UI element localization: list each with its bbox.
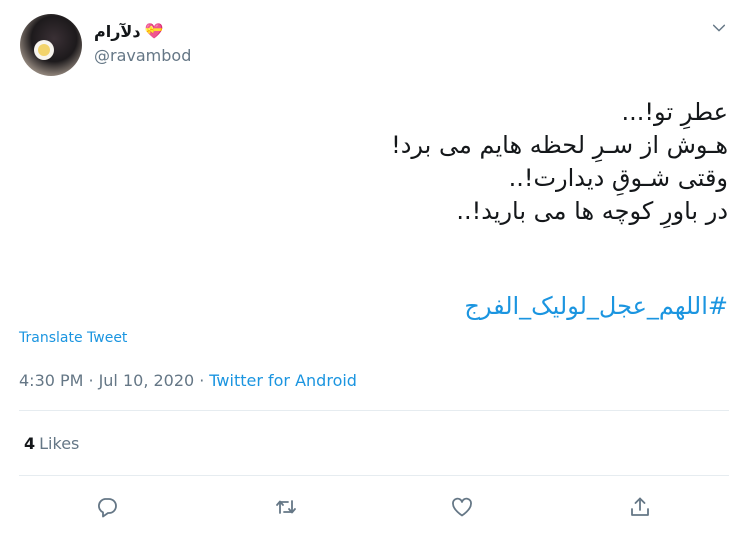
meta-separator: · <box>199 371 205 390</box>
tweet-line: وقتی شـوقِ دیدارت!.. <box>508 164 728 192</box>
tweet-source-link[interactable]: Twitter for Android <box>209 371 357 390</box>
tweet-text: عطرِ تو!... هـوش از سـرِ لحظه هایم می بر… <box>128 96 728 228</box>
tweet-date[interactable]: Jul 10, 2020 <box>99 371 195 390</box>
tweet-time[interactable]: 4:30 PM <box>19 371 83 390</box>
divider <box>19 475 729 476</box>
meta-separator: · <box>88 371 94 390</box>
retweet-icon <box>276 500 296 514</box>
divider <box>19 410 729 411</box>
user-name-row: دلآرام 💝 <box>94 20 163 42</box>
retweet-button[interactable] <box>272 493 300 521</box>
translate-tweet-link[interactable]: Translate Tweet <box>19 330 127 346</box>
user-handle[interactable]: @ravambod <box>94 46 191 65</box>
likes-label: Likes <box>39 434 80 453</box>
chevron-down-icon[interactable] <box>707 16 731 40</box>
share-icon <box>631 497 649 516</box>
like-button[interactable] <box>448 493 476 521</box>
avatar-flower <box>38 44 50 56</box>
tweet-line: در باورِ کوچه ها می بارید!.. <box>456 197 728 225</box>
heart-gift-icon: 💝 <box>144 21 164 40</box>
tweet-card: دلآرام 💝 @ravambod عطرِ تو!... هـوش از س… <box>0 0 748 535</box>
heart-icon <box>452 497 472 517</box>
reply-icon <box>98 498 117 518</box>
likes-stat[interactable]: 4 Likes <box>24 434 79 453</box>
hashtag-link[interactable]: #اللهم_عجل_لولیک_الفرج <box>464 290 728 323</box>
reply-button[interactable] <box>93 493 121 521</box>
avatar[interactable] <box>20 14 82 76</box>
tweet-meta: 4:30 PM · Jul 10, 2020 · Twitter for Android <box>19 371 357 390</box>
likes-count: 4 <box>24 434 36 453</box>
tweet-line: عطرِ تو!... <box>621 98 728 126</box>
share-button[interactable] <box>626 493 654 521</box>
tweet-line: هـوش از سـرِ لحظه هایم می برد! <box>391 131 728 159</box>
display-name[interactable]: دلآرام <box>94 22 141 41</box>
